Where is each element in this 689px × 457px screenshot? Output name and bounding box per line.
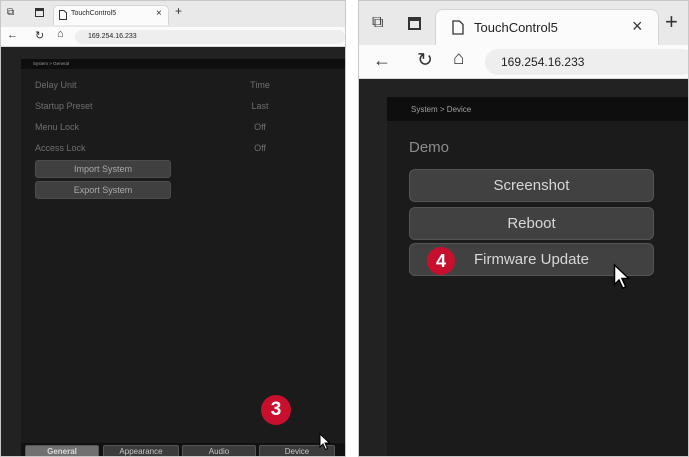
import-system-button[interactable]: Import System [35,160,171,178]
touchcontrol-app: System > Device Demo Screenshot Reboot F… [387,97,688,456]
export-system-button[interactable]: Export System [35,181,171,199]
home-icon[interactable]: ⌂ [453,48,464,70]
refresh-icon[interactable]: ↻ [35,29,44,42]
setting-row-access-lock[interactable]: Access Lock Off [35,143,335,157]
setting-row-startup-preset[interactable]: Startup Preset Last [35,101,335,115]
tab-list-icon[interactable] [408,17,421,30]
page-viewport: System > Device Demo Screenshot Reboot F… [359,79,688,456]
setting-label: Access Lock [35,143,86,153]
setting-value[interactable]: Off [230,143,290,153]
tab-general[interactable]: General [25,445,99,456]
tab-actions-icon[interactable]: ⧉ [7,7,14,18]
close-icon[interactable]: × [156,8,162,19]
breadcrumb: System > General [33,61,70,66]
back-arrow-icon[interactable]: ← [373,50,391,71]
close-icon[interactable]: × [632,16,643,37]
back-arrow-icon[interactable]: ← [7,29,18,41]
tab-appearance[interactable]: Appearance [103,445,179,456]
tab-list-icon[interactable] [35,8,44,17]
breadcrumb: System > Device [411,105,472,114]
mouse-pointer-icon [319,433,331,451]
tab-bar: ⧉ TouchControl5 × + [359,1,688,45]
page-icon [59,10,67,20]
setting-value[interactable]: Last [230,101,290,111]
mouse-pointer-icon [613,263,631,290]
address-bar: ← ↻ ⌂ 169.254.16.233 [359,45,688,79]
step-badge: 3 [261,395,291,425]
setting-value[interactable]: Time [230,80,290,90]
reboot-button[interactable]: Reboot [409,207,654,240]
setting-label: Delay Unit [35,80,77,90]
url-field[interactable]: 169.254.16.233 [75,30,345,44]
tab-actions-icon[interactable]: ⧉ [372,14,383,32]
screenshot-button[interactable]: Screenshot [409,169,654,202]
breadcrumb-bar: System > Device [387,97,688,121]
setting-row-delay-unit[interactable]: Delay Unit Time [35,80,335,94]
tab-title: TouchControl5 [474,20,558,35]
address-bar: ← ↻ ⌂ 169.254.16.233 [1,27,345,47]
browser-tab[interactable]: TouchControl5 × [53,5,169,25]
home-icon[interactable]: ⌂ [57,28,64,40]
url-field[interactable]: 169.254.16.233 [485,49,688,75]
step-badge: 4 [427,247,455,275]
plus-icon[interactable]: + [175,4,182,18]
setting-row-menu-lock[interactable]: Menu Lock Off [35,122,335,136]
touchcontrol-app: System > General Delay Unit Time Startup… [21,59,345,456]
setting-label: Menu Lock [35,122,80,132]
plus-icon[interactable]: + [665,9,678,35]
tab-audio[interactable]: Audio [182,445,256,456]
left-browser-window: ⧉ TouchControl5 × + ← ↻ ⌂ 169.254.16.233… [0,0,346,457]
tab-title: TouchControl5 [71,10,117,17]
right-browser-window: ⧉ TouchControl5 × + ← ↻ ⌂ 169.254.16.233… [358,0,689,457]
setting-label: Startup Preset [35,101,93,111]
page-icon [452,20,464,35]
tab-bar: ⧉ TouchControl5 × + [1,1,345,27]
page-viewport: System > General Delay Unit Time Startup… [1,47,345,456]
browser-tab[interactable]: TouchControl5 × [435,9,659,45]
refresh-icon[interactable]: ↻ [417,49,433,72]
breadcrumb-bar: System > General [21,59,345,69]
setting-value[interactable]: Off [230,122,290,132]
section-title: Demo [409,139,450,156]
